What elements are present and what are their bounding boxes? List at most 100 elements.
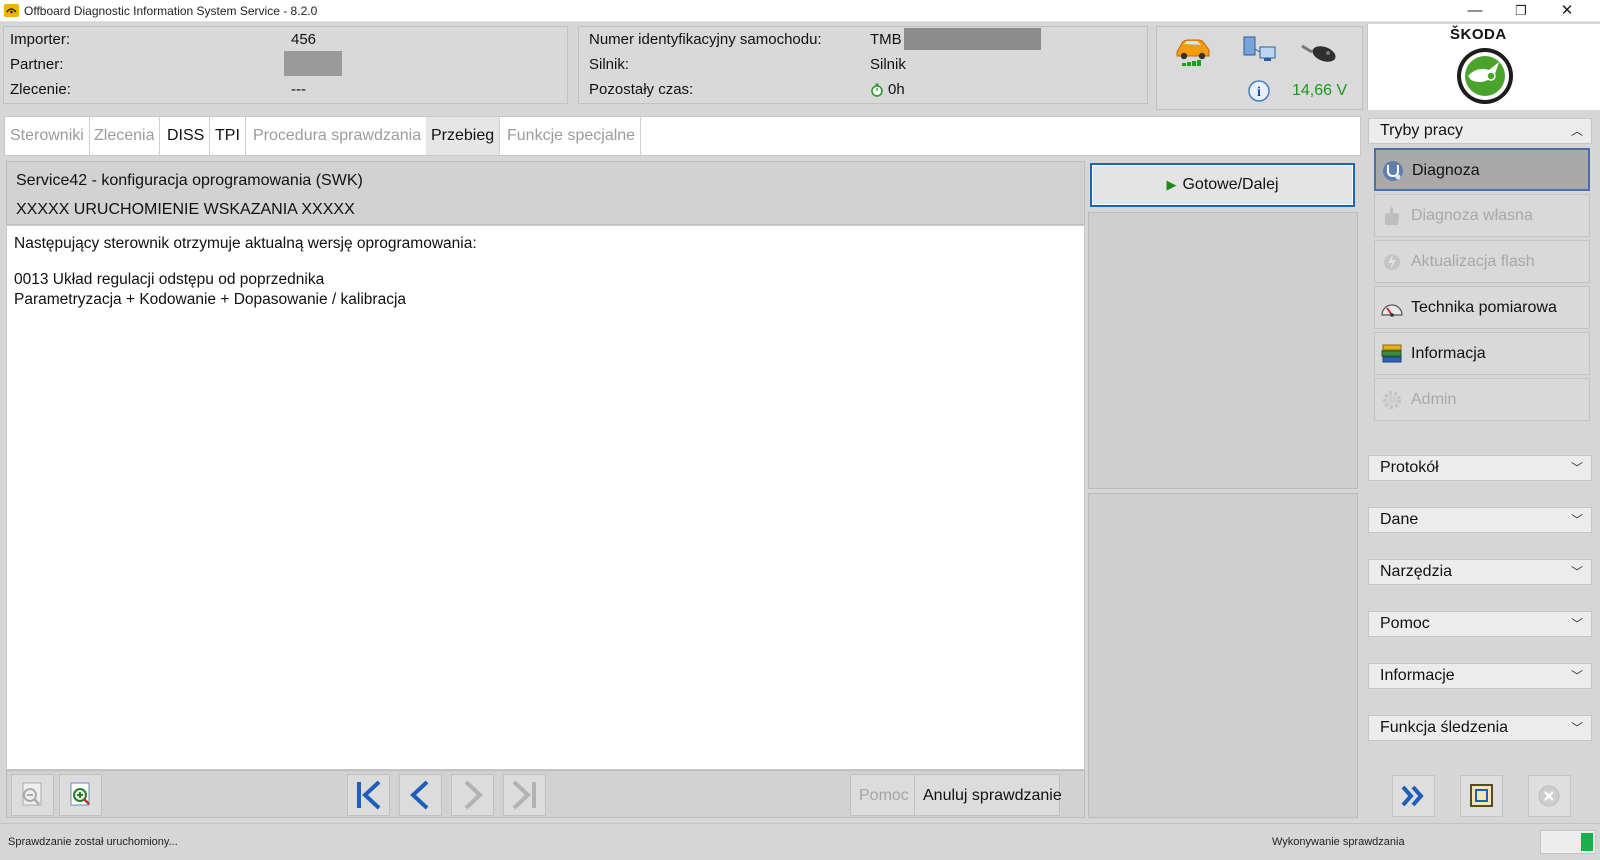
next-button[interactable]: ▶ Gotowe/Dalej: [1090, 163, 1355, 207]
first-step-button[interactable]: [347, 774, 390, 816]
battery-voltage: 14,66 V: [1292, 82, 1348, 99]
chevron-down-icon: ﹀: [1570, 461, 1583, 475]
message-line-3: Parametryzacja + Kodowanie + Dopasowanie…: [14, 291, 407, 308]
cancel-test-button[interactable]: Anuluj sprawdzanie: [914, 774, 1062, 816]
order-value: ---: [291, 81, 306, 98]
connection-status-panel: i 14,66 V: [1156, 26, 1363, 110]
status-message: Sprawdzanie został uruchomiony...: [8, 836, 178, 848]
svg-text:i: i: [1257, 85, 1261, 100]
brand-name: ŠKODA: [1450, 26, 1507, 43]
tab-diss[interactable]: DISS: [162, 117, 211, 155]
title-bar: Offboard Diagnostic Information System S…: [0, 0, 1600, 22]
activity-indicator-fill: [1581, 833, 1593, 851]
mode-diagnoza-wlasna[interactable]: Diagnoza własna: [1374, 194, 1590, 237]
vin-redacted: [904, 28, 1041, 50]
tab-przebieg[interactable]: Przebieg: [426, 117, 501, 155]
zoom-in-button[interactable]: [59, 774, 102, 816]
zoom-out-icon: [22, 782, 42, 806]
key-icon[interactable]: [1300, 40, 1338, 64]
next-button-label: Gotowe/Dalej: [1182, 176, 1279, 193]
section-narzedzia[interactable]: Narzędzia ﹀: [1368, 559, 1592, 585]
stopwatch-icon: [871, 83, 883, 97]
section-protokol-label: Protokół: [1380, 459, 1439, 476]
section-dane[interactable]: Dane ﹀: [1368, 507, 1592, 533]
chevron-down-icon: ﹀: [1570, 565, 1583, 579]
gear-icon: [1383, 391, 1401, 409]
zoom-in-icon: [70, 782, 90, 806]
zoom-out-button[interactable]: [11, 774, 54, 816]
mode-diagnoza-label: Diagnoza: [1412, 162, 1480, 179]
minimize-button[interactable]: —: [1452, 0, 1498, 22]
tab-tpi[interactable]: TPI: [210, 117, 246, 155]
flash-update-icon: [1384, 254, 1400, 270]
hand-icon: [1385, 207, 1400, 225]
mode-informacja[interactable]: Informacja: [1374, 332, 1590, 375]
chevron-down-icon: ﹀: [1570, 721, 1583, 735]
section-informacje[interactable]: Informacje ﹀: [1368, 663, 1592, 689]
expand-sidebar-button[interactable]: [1392, 775, 1435, 817]
test-subtitle: XXXXX URUCHOMIENIE WSKAZANIA XXXXX: [16, 201, 355, 218]
status-activity: Wykonywanie sprawdzania: [1272, 836, 1405, 848]
order-label: Zlecenie:: [10, 81, 71, 98]
chevron-down-icon: ﹀: [1570, 669, 1583, 683]
network-connection-icon[interactable]: [1242, 35, 1278, 67]
close-session-button[interactable]: [1528, 775, 1571, 817]
mode-aktualizacja-flash-label: Aktualizacja flash: [1411, 253, 1535, 270]
partner-label: Partner:: [10, 56, 64, 73]
tab-procedura-sprawdzania[interactable]: Procedura sprawdzania: [248, 117, 428, 155]
section-funkcja-sledzenia[interactable]: Funkcja śledzenia ﹀: [1368, 715, 1592, 741]
maximize-button[interactable]: ❐: [1498, 0, 1544, 22]
status-bar: Sprawdzanie został uruchomiony... Wykony…: [0, 823, 1600, 860]
action-panel-top: [1088, 212, 1358, 489]
mode-admin[interactable]: Admin: [1374, 378, 1590, 421]
mode-admin-label: Admin: [1411, 391, 1457, 408]
chevron-left-icon: [410, 780, 429, 810]
tab-bar: Sterowniki Zlecenia DISS TPI Procedura s…: [4, 116, 1361, 156]
remaining-time-label: Pozostały czas:: [589, 81, 694, 98]
close-circle-icon: [1538, 785, 1560, 807]
app-icon: [4, 4, 19, 17]
vin-value: TMB: [870, 31, 902, 48]
skoda-logo-icon: [1457, 48, 1513, 104]
fit-window-button[interactable]: [1460, 775, 1503, 817]
section-protokol[interactable]: Protokół ﹀: [1368, 455, 1592, 481]
message-line-2: 0013 Układ regulacji odstępu od poprzedn…: [14, 271, 325, 288]
section-dane-label: Dane: [1380, 511, 1419, 528]
test-message-area: Następujący sterownik otrzymuje aktualną…: [6, 225, 1085, 770]
section-narzedzia-label: Narzędzia: [1380, 563, 1453, 580]
skip-last-icon: [512, 780, 536, 810]
modes-header[interactable]: Tryby pracy ︿: [1368, 118, 1592, 144]
tab-funkcje-specjalne[interactable]: Funkcje specjalne: [502, 117, 642, 155]
order-info-panel: Importer: 456 Partner: Zlecenie: ---: [3, 26, 568, 104]
help-button[interactable]: Pomoc: [850, 774, 918, 816]
bottom-toolbar: Pomoc Anuluj sprawdzanie: [6, 770, 1085, 818]
modes-header-label: Tryby pracy: [1380, 122, 1463, 139]
section-funkcja-sledzenia-label: Funkcja śledzenia: [1380, 719, 1509, 736]
mode-technika-pomiarowa[interactable]: Technika pomiarowa: [1374, 286, 1590, 329]
engine-value: Silnik: [870, 56, 906, 73]
chevron-down-icon: ﹀: [1570, 617, 1583, 631]
stethoscope-icon: [1383, 161, 1403, 181]
message-line-1: Następujący sterownik otrzymuje aktualną…: [14, 235, 477, 252]
mode-diagnoza[interactable]: Diagnoza: [1374, 148, 1590, 191]
activity-indicator: [1540, 830, 1596, 854]
chevron-down-icon: ﹀: [1570, 513, 1583, 527]
close-button[interactable]: ✕: [1544, 0, 1590, 22]
skip-first-icon: [357, 780, 381, 810]
last-step-button[interactable]: [503, 774, 546, 816]
previous-step-button[interactable]: [399, 774, 442, 816]
gauge-icon: [1381, 304, 1403, 317]
mode-aktualizacja-flash[interactable]: Aktualizacja flash: [1374, 240, 1590, 283]
tab-zlecenia[interactable]: Zlecenia: [89, 117, 161, 155]
partner-value-redacted: [284, 51, 342, 76]
tab-sterowniki[interactable]: Sterowniki: [5, 117, 90, 155]
next-step-button[interactable]: [451, 774, 494, 816]
mode-diagnoza-wlasna-label: Diagnoza własna: [1411, 207, 1533, 224]
remaining-time-value: 0h: [888, 81, 905, 98]
vehicle-info-panel: Numer identyfikacyjny samochodu: TMB Sil…: [578, 26, 1148, 104]
section-informacje-label: Informacje: [1380, 667, 1455, 684]
section-pomoc[interactable]: Pomoc ﹀: [1368, 611, 1592, 637]
info-icon[interactable]: i: [1246, 79, 1272, 103]
vehicle-connection-icon[interactable]: [1174, 35, 1212, 69]
chevron-right-icon: [464, 780, 483, 810]
